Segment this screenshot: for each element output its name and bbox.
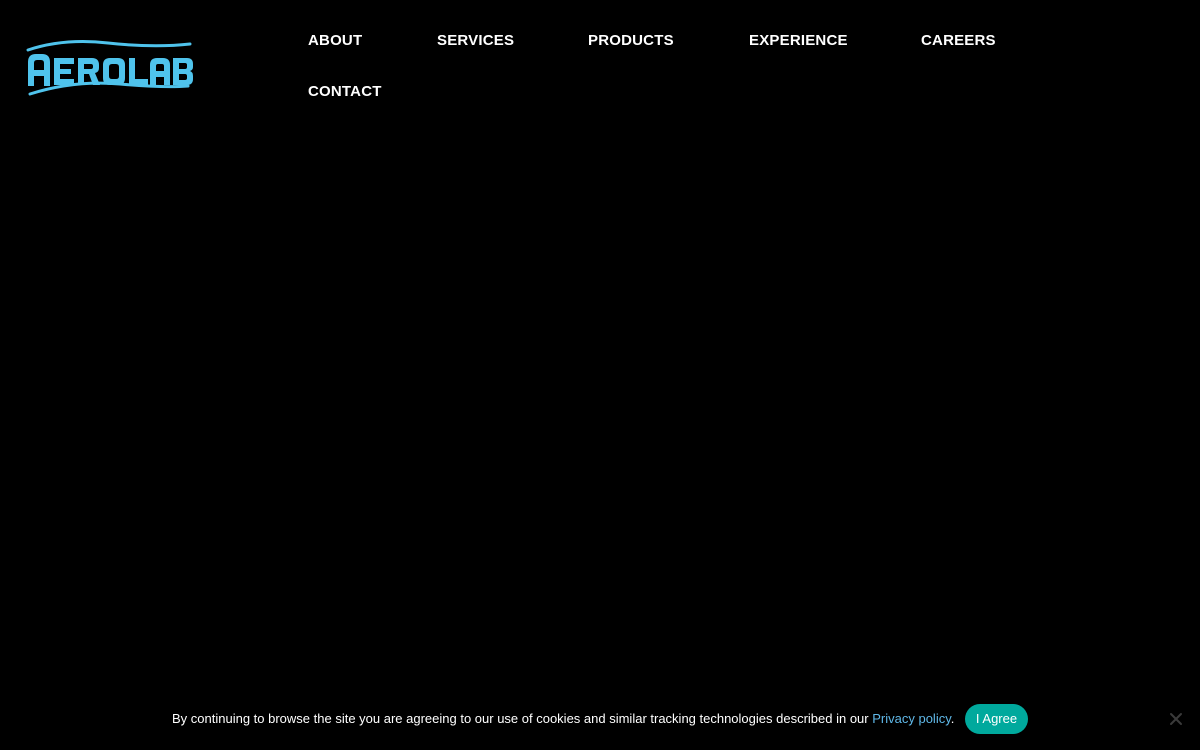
cookie-notice-suffix: .	[950, 711, 955, 726]
main-navigation: ABOUT SERVICES PRODUCTS EXPERIENCE CAREE…	[308, 30, 1048, 130]
close-icon[interactable]	[1168, 711, 1184, 727]
page: ABOUT SERVICES PRODUCTS EXPERIENCE CAREE…	[0, 0, 1200, 750]
i-agree-button[interactable]: I Agree	[965, 704, 1028, 734]
cookie-notice-text: By continuing to browse the site you are…	[172, 711, 954, 727]
close-icon-graphic	[1170, 713, 1182, 725]
cookie-notice-bar: By continuing to browse the site you are…	[0, 700, 1200, 740]
nav-experience[interactable]: EXPERIENCE	[749, 30, 848, 52]
nav-about[interactable]: ABOUT	[308, 30, 362, 52]
logo-graphic	[26, 40, 193, 96]
nav-products[interactable]: PRODUCTS	[588, 30, 674, 52]
nav-careers[interactable]: CAREERS	[921, 30, 996, 52]
nav-contact[interactable]: CONTACT	[308, 81, 382, 103]
privacy-policy-link[interactable]: Privacy policy	[872, 711, 951, 726]
cookie-notice-message: By continuing to browse the site you are…	[172, 711, 873, 726]
nav-services[interactable]: SERVICES	[437, 30, 514, 52]
aerolab-logo[interactable]	[24, 34, 196, 100]
